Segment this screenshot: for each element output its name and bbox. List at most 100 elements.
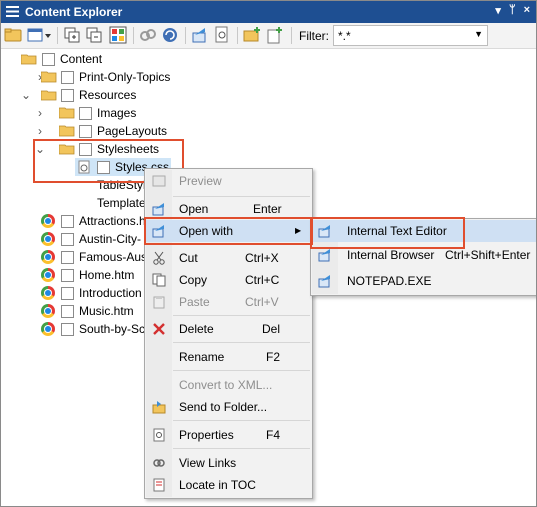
shortcut-label: Ctrl+Shift+Enter	[445, 248, 531, 262]
checkbox[interactable]	[61, 89, 74, 102]
open-folder-icon[interactable]	[4, 26, 22, 44]
checkbox[interactable]	[61, 269, 74, 282]
checkbox[interactable]	[61, 323, 74, 336]
tree-item-content[interactable]: Content	[21, 50, 221, 68]
menu-item-cut[interactable]: Cut Ctrl+X	[146, 247, 311, 269]
tree-item-famous-austin[interactable]: Famous-Aus	[41, 248, 151, 266]
properties-icon	[153, 428, 165, 442]
checkbox[interactable]	[61, 71, 74, 84]
layout-icon[interactable]	[26, 26, 44, 44]
open-with-submenu: Internal Text Editor Internal Browser Ct…	[310, 218, 536, 296]
tree-item-label: Resources	[79, 88, 137, 102]
tree-item-label: Template	[97, 196, 146, 210]
hamburger-icon[interactable]	[6, 6, 19, 17]
tree-item-label: Images	[97, 106, 137, 120]
tree-item-music[interactable]: Music.htm	[41, 302, 151, 320]
shortcut-label: F2	[266, 350, 281, 364]
folder-icon	[59, 125, 75, 137]
menu-item-open-with[interactable]: Open with ▶	[146, 220, 311, 242]
filter-dropdown[interactable]: *.* ▼	[333, 25, 488, 46]
chrome-icon	[41, 286, 55, 300]
chevron-down-icon[interactable]: ⌄	[35, 140, 45, 158]
properties-icon[interactable]	[213, 26, 231, 44]
copy-icon	[152, 273, 166, 287]
scissors-icon	[153, 251, 165, 265]
tree-item-template[interactable]: Template	[75, 194, 155, 212]
new-folder-icon[interactable]	[243, 26, 261, 44]
menu-item-properties[interactable]: Properties F4	[146, 424, 311, 446]
tree-item-images[interactable]: › Images	[35, 104, 235, 122]
chevron-down-icon[interactable]: ▼	[474, 29, 483, 39]
checkbox[interactable]	[61, 215, 74, 228]
tree-item-attractions[interactable]: Attractions.h	[41, 212, 151, 230]
pin-icon[interactable]: ᛘ	[509, 4, 516, 17]
context-menu: Preview Open Enter Open with ▶ Cut Ctrl+…	[144, 168, 313, 499]
chevron-right-icon[interactable]: ›	[35, 104, 45, 122]
tree-item-print-only-topics[interactable]: › Print-Only-Topics	[35, 68, 235, 86]
tree-item-label: Famous-Aus	[79, 250, 148, 264]
shortcut-label: F4	[266, 428, 281, 442]
expand-icon[interactable]	[63, 26, 81, 44]
layout-dropdown-icon[interactable]	[43, 26, 53, 44]
menu-item-convert-to-xml: Convert to XML...	[179, 378, 273, 392]
css-file-icon	[78, 160, 90, 174]
checkbox[interactable]	[61, 287, 74, 300]
notepad-icon	[318, 275, 330, 288]
shortcut-label: Ctrl+X	[245, 251, 279, 265]
shortcut-label: Ctrl+V	[245, 295, 279, 309]
chevron-down-icon[interactable]: ⌄	[21, 86, 31, 104]
checkbox[interactable]	[61, 251, 74, 264]
preview-icon	[152, 175, 166, 187]
chrome-icon	[41, 250, 55, 264]
open-icon	[152, 203, 164, 216]
tree-item-label: Introduction	[79, 286, 142, 300]
close-icon[interactable]: ×	[524, 4, 530, 17]
tree-item-tablestyles[interactable]: TableStyl	[75, 176, 155, 194]
checkbox[interactable]	[97, 161, 110, 174]
menu-item-locate-in-toc[interactable]: Locate in TOC	[146, 474, 311, 496]
menu-item-delete[interactable]: Delete Del	[146, 318, 311, 340]
submenu-item-internal-browser[interactable]: Internal Browser Ctrl+Shift+Enter	[312, 244, 536, 266]
tree-item-austin-city[interactable]: Austin-City-	[41, 230, 151, 248]
view-links-icon	[153, 459, 165, 467]
menu-item-send-to-folder[interactable]: Send to Folder...	[146, 396, 311, 418]
tree-item-stylesheets[interactable]: ⌄ Stylesheets	[35, 140, 235, 158]
tree-item-home[interactable]: Home.htm	[41, 266, 151, 284]
folder-open-icon	[59, 144, 75, 155]
menu-item-rename[interactable]: Rename F2	[146, 346, 311, 368]
tree-item-introduction[interactable]: Introduction	[41, 284, 151, 302]
menu-item-copy[interactable]: Copy Ctrl+C	[146, 269, 311, 291]
tree-item-label: South-by-Sc	[79, 322, 146, 336]
checkbox[interactable]	[42, 53, 55, 66]
tree-item-pagelayouts[interactable]: › PageLayouts	[35, 122, 235, 140]
submenu-item-notepad[interactable]: NOTEPAD.EXE	[312, 270, 536, 292]
tree-item-label: Attractions.h	[79, 214, 146, 228]
refresh-icon[interactable]	[161, 26, 179, 44]
tree-item-label: Music.htm	[79, 304, 134, 318]
chrome-icon	[41, 214, 55, 228]
tiles-icon[interactable]	[109, 26, 127, 44]
link-icon[interactable]	[139, 26, 157, 44]
checkbox[interactable]	[61, 233, 74, 246]
collapse-icon[interactable]	[85, 26, 103, 44]
checkbox[interactable]	[79, 143, 92, 156]
send-to-folder-icon	[152, 401, 166, 414]
menu-item-open[interactable]: Open Enter	[146, 198, 311, 220]
submenu-item-internal-text-editor[interactable]: Internal Text Editor	[312, 220, 536, 242]
content-explorer-window: Content Explorer ▾ ᛘ × Filter: *.* ▼ Con…	[0, 0, 537, 507]
new-file-icon[interactable]	[265, 26, 283, 44]
tree-item-resources[interactable]: ⌄ Resources	[21, 86, 235, 104]
checkbox[interactable]	[79, 125, 92, 138]
paste-icon	[153, 296, 165, 309]
menu-item-view-links[interactable]: View Links	[146, 452, 311, 474]
tree-item-south-by[interactable]: South-by-Sc	[41, 320, 151, 338]
tree-item-label: Content	[60, 52, 103, 66]
dropdown-icon[interactable]: ▾	[495, 4, 501, 17]
chevron-right-icon[interactable]: ›	[35, 122, 45, 140]
folder-icon	[59, 107, 75, 119]
tree-item-label: Stylesheets	[97, 142, 160, 156]
open-with-icon[interactable]	[191, 26, 209, 44]
checkbox[interactable]	[79, 107, 92, 120]
shortcut-label: Del	[262, 322, 281, 336]
checkbox[interactable]	[61, 305, 74, 318]
